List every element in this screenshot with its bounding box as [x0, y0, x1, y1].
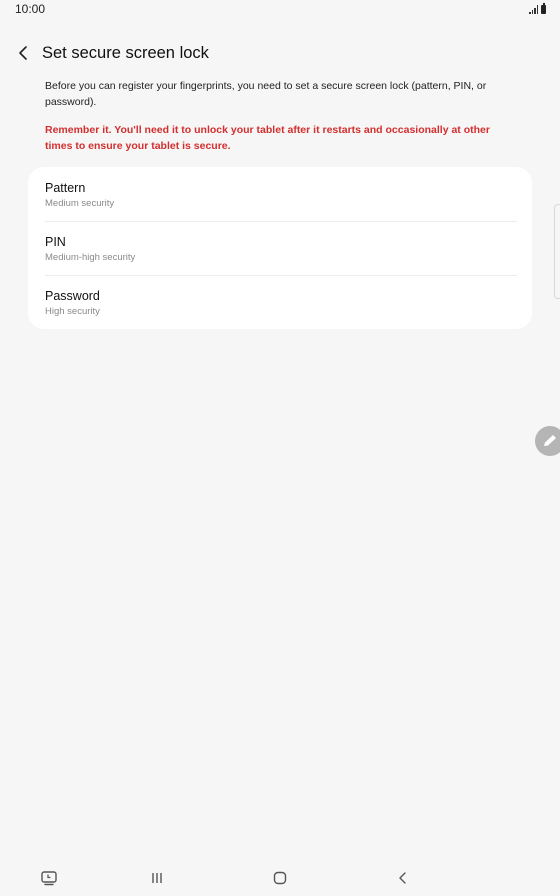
option-title: Pattern	[45, 181, 86, 195]
option-title: PIN	[45, 235, 66, 249]
option-subtitle: High security	[45, 306, 100, 317]
battery-icon	[541, 3, 546, 14]
floating-pen-button[interactable]	[535, 426, 560, 456]
option-pattern[interactable]: Pattern Medium security	[28, 167, 532, 221]
status-bar: 10:00	[0, 0, 560, 20]
recents-icon	[152, 873, 162, 883]
option-password[interactable]: Password High security	[28, 275, 532, 329]
header: Set secure screen lock	[0, 38, 560, 70]
navigation-bar	[0, 860, 560, 896]
edge-panel-handle[interactable]	[554, 204, 560, 299]
chevron-left-icon	[19, 46, 27, 60]
nav-back-button[interactable]	[391, 866, 415, 890]
option-subtitle: Medium security	[45, 198, 115, 209]
screen-capture-button[interactable]	[37, 866, 61, 890]
signal-icon	[529, 5, 538, 14]
option-pin[interactable]: PIN Medium-high security	[28, 221, 532, 275]
home-icon	[273, 871, 287, 885]
lock-options-card: Pattern Medium security PIN Medium-high …	[28, 167, 532, 329]
warning-text: Remember it. You'll need it to unlock yo…	[45, 124, 490, 152]
back-button[interactable]	[12, 42, 34, 64]
home-button[interactable]	[268, 866, 292, 890]
pen-icon	[544, 435, 556, 446]
status-time: 10:00	[15, 2, 46, 16]
recents-button[interactable]	[145, 866, 169, 890]
screen-capture-icon	[41, 871, 57, 886]
description-text: Before you can register your fingerprint…	[45, 80, 487, 108]
option-subtitle: Medium-high security	[45, 252, 136, 263]
page-title: Set secure screen lock	[42, 44, 209, 62]
option-title: Password	[45, 289, 100, 303]
status-icons	[529, 3, 546, 14]
back-icon	[399, 872, 406, 884]
